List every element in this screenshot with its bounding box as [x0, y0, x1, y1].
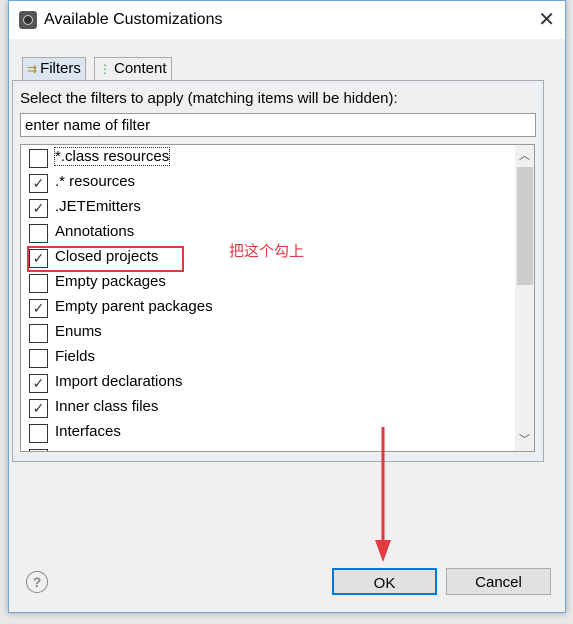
tab-label: Content — [114, 60, 167, 77]
tab-label: Filters — [40, 60, 81, 77]
filter-label: Enums — [55, 323, 102, 340]
filter-row[interactable]: Empty packages — [21, 271, 511, 296]
dialog-title: Available Customizations — [44, 11, 223, 28]
ok-button[interactable]: OK — [332, 568, 437, 595]
checkbox[interactable] — [29, 424, 48, 443]
title-bar: Available Customizations ✕ — [9, 1, 565, 39]
filter-label: Annotations — [55, 223, 135, 240]
filter-list: ✓ Interfaces ✓ Inner class files ✓ Import dec… — [20, 144, 535, 452]
filter-row[interactable]: ✓ — [21, 446, 511, 451]
help-icon[interactable]: ? — [26, 571, 48, 593]
filter-label: .* resources — [55, 173, 136, 190]
scrollbar-thumb[interactable] — [517, 167, 533, 285]
filter-row[interactable]: ✓ Empty parent packages — [21, 296, 511, 321]
checkbox[interactable]: ✓ — [29, 399, 48, 418]
filter-row[interactable]: Enums — [21, 321, 511, 346]
tab-content[interactable]: ⋮ Content — [94, 57, 172, 80]
tab-filters[interactable]: ⇉ Filters — [22, 57, 86, 80]
scrollbar[interactable]: ︿ ﹀ — [515, 145, 534, 451]
checkbox[interactable] — [29, 274, 48, 293]
filter-row[interactable]: ✓ .* resources — [21, 171, 511, 196]
filter-label: Import declarations — [55, 373, 183, 390]
checkbox[interactable] — [29, 149, 48, 168]
tree-icon: ⋮ — [99, 62, 111, 76]
filter-label: Empty packages — [55, 273, 166, 290]
annotation-note: 把这个勾上 — [229, 243, 305, 260]
eclipse-icon — [19, 11, 37, 29]
filter-label: Empty parent packages — [55, 298, 213, 315]
filter-row[interactable]: ✓ Import declarations — [21, 371, 511, 396]
filter-row[interactable]: ✓ .JETEmitters — [21, 196, 511, 221]
checkbox[interactable] — [29, 224, 48, 243]
scroll-up-icon[interactable]: ︿ — [515, 147, 534, 165]
filter-row[interactable]: Fields — [21, 346, 511, 371]
arrow-annotation — [375, 427, 391, 562]
filter-label: .JETEmitters — [55, 198, 141, 215]
checkbox[interactable]: ✓ — [29, 199, 48, 218]
filter-row[interactable]: ✓ Inner class files — [21, 396, 511, 421]
cancel-button[interactable]: Cancel — [446, 568, 551, 595]
filter-label: *.class resources — [53, 147, 171, 166]
checkbox[interactable]: ✓ — [29, 374, 48, 393]
filter-row[interactable]: *.class resources — [21, 146, 511, 171]
checkbox[interactable]: ✓ — [29, 174, 48, 193]
close-icon[interactable]: ✕ — [538, 7, 555, 32]
filter-name-input[interactable] — [20, 113, 536, 137]
filter-label: Inner class files — [55, 398, 159, 415]
highlight-box — [27, 246, 184, 272]
filter-label: Interfaces — [55, 423, 121, 440]
prompt-label: Select the filters to apply (matching it… — [20, 90, 398, 107]
filter-icon: ⇉ — [27, 62, 38, 76]
checkbox[interactable]: ✓ — [29, 449, 48, 451]
checkbox[interactable] — [29, 349, 48, 368]
checkbox[interactable]: ✓ — [29, 299, 48, 318]
filter-row[interactable]: Interfaces — [21, 421, 511, 446]
scroll-down-icon[interactable]: ﹀ — [515, 431, 534, 449]
filter-label: Fields — [55, 348, 96, 365]
checkbox[interactable] — [29, 324, 48, 343]
